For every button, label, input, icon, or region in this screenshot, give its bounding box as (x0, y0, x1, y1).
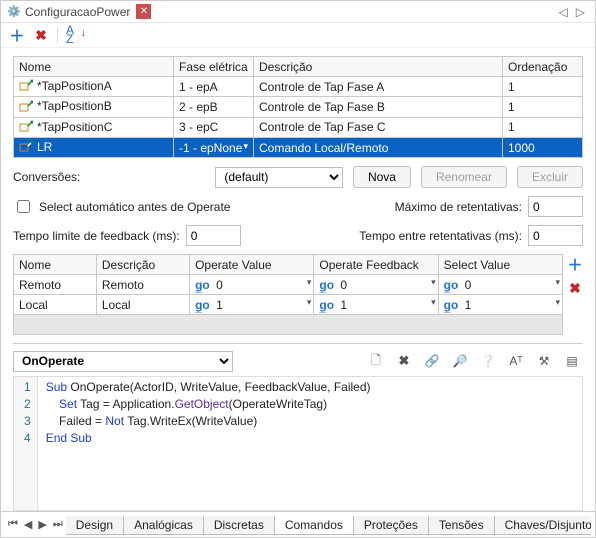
script-format-icon[interactable]: Aᵀ (505, 350, 527, 372)
object-icon (19, 140, 33, 155)
feedback-input[interactable] (186, 225, 241, 246)
object-icon (19, 79, 33, 94)
tab-scroll-next-icon[interactable]: ▶ (35, 518, 49, 531)
max-ret-input[interactable] (528, 196, 583, 217)
script-tools-icon[interactable]: ⚒ (533, 350, 555, 372)
commands-table-wrap: Nome Fase elétrica Descrição Ordenação *… (13, 56, 583, 158)
table-row[interactable]: LR-1 - epNone▾Comando Local/Remoto1000 (14, 137, 583, 157)
script-toolbar: OnOperate 🗋 ✖ 🔗 🔎 ❔ Aᵀ ⚒ ▤ (13, 350, 583, 372)
tab-chaves/disjuntores[interactable]: Chaves/Disjuntores (494, 516, 591, 535)
tab-scroll-last-icon[interactable]: ⏭ (50, 518, 66, 531)
auto-select-label: Select automático antes de Operate (39, 200, 230, 214)
object-icon (19, 100, 33, 115)
commands-table[interactable]: Nome Fase elétrica Descrição Ordenação *… (13, 56, 583, 158)
table-row[interactable]: *TapPositionA1 - epAControle de Tap Fase… (14, 77, 583, 97)
nav-next-icon[interactable]: ▷ (572, 5, 589, 19)
m-col-nome[interactable]: Nome (14, 255, 97, 275)
tab-scroll-first-icon[interactable]: ⏮ (5, 518, 21, 531)
tempo-ret-label: Tempo entre retentativas (ms): (359, 229, 522, 243)
editor-window: ⚙️ ConfiguracaoPower ✕ ◁ ▷ ＋ ✖ AZ↓ Nome … (0, 0, 596, 538)
code-editor[interactable]: 1234 Sub OnOperate(ActorID, WriteValue, … (13, 376, 583, 511)
excluir-button[interactable]: Excluir (517, 166, 583, 188)
auto-select-checkbox[interactable] (17, 200, 30, 213)
titlebar: ⚙️ ConfiguracaoPower ✕ ◁ ▷ (1, 1, 595, 23)
m-col-sv[interactable]: Select Value (438, 255, 562, 275)
m-col-op[interactable]: Operate Value (190, 255, 314, 275)
script-new-icon[interactable]: 🗋 (365, 350, 387, 372)
script-help-icon[interactable]: ❔ (477, 350, 499, 372)
close-icon[interactable]: ✕ (136, 4, 151, 19)
table-row[interactable]: RemotoRemotog̲o 0▾g̲o 0▾g̲o 0▾ (14, 275, 563, 295)
delete-icon[interactable]: ✖ (33, 27, 49, 43)
renomear-button[interactable]: Renomear (421, 166, 507, 188)
bottom-tabstrip: ⏮ ◀ ▶ ⏭ DesignAnalógicasDiscretasComando… (1, 511, 595, 537)
code-body[interactable]: Sub OnOperate(ActorID, WriteValue, Feedb… (38, 377, 379, 510)
col-fase[interactable]: Fase elétrica (174, 57, 254, 77)
tab-comandos[interactable]: Comandos (274, 516, 354, 535)
script-find-icon[interactable]: 🔎 (449, 350, 471, 372)
script-props-icon[interactable]: ▤ (561, 350, 583, 372)
col-nome[interactable]: Nome (14, 57, 174, 77)
script-delete-icon[interactable]: ✖ (393, 350, 415, 372)
table-row[interactable]: LocalLocalg̲o 1▾g̲o 1▾g̲o 1▾ (14, 295, 563, 315)
values-table-wrap: Nome Descrição Operate Value Operate Fee… (13, 254, 583, 335)
nova-button[interactable]: Nova (353, 166, 411, 188)
max-ret-label: Máximo de retentativas: (395, 200, 522, 214)
tab-scroll-prev-icon[interactable]: ◀ (21, 518, 35, 531)
m-col-fb[interactable]: Operate Feedback (314, 255, 438, 275)
col-desc[interactable]: Descrição (254, 57, 503, 77)
conversion-select[interactable]: (default) (215, 167, 343, 188)
feedback-label: Tempo limite de feedback (ms): (13, 229, 180, 243)
conversions-label: Conversões: (13, 170, 80, 184)
values-delete-icon[interactable]: ✖ (567, 280, 583, 296)
table-row[interactable]: *TapPositionC3 - epCControle de Tap Fase… (14, 117, 583, 137)
main-toolbar: ＋ ✖ AZ↓ (1, 23, 595, 48)
tab-tensões[interactable]: Tensões (428, 516, 495, 535)
tab-discretas[interactable]: Discretas (203, 516, 275, 535)
app-icon: ⚙️ (7, 5, 21, 19)
conversions-row: Conversões: (default) Nova Renomear Excl… (13, 166, 583, 188)
values-table[interactable]: Nome Descrição Operate Value Operate Fee… (13, 254, 563, 335)
table-row[interactable]: *TapPositionB2 - epBControle de Tap Fase… (14, 97, 583, 117)
object-icon (19, 120, 33, 135)
col-ord[interactable]: Ordenação (503, 57, 583, 77)
tab-proteções[interactable]: Proteções (353, 516, 429, 535)
options-row-2: Tempo limite de feedback (ms): Tempo ent… (13, 225, 583, 246)
script-section: OnOperate 🗋 ✖ 🔗 🔎 ❔ Aᵀ ⚒ ▤ 1234 Sub OnOp… (13, 343, 583, 511)
options-row-1: Select automático antes de Operate Máxim… (13, 196, 583, 217)
event-select[interactable]: OnOperate (13, 351, 233, 372)
nav-prev-icon[interactable]: ◁ (555, 5, 572, 19)
add-icon[interactable]: ＋ (9, 27, 25, 43)
values-add-icon[interactable]: ＋ (567, 256, 583, 272)
window-title: ConfiguracaoPower (25, 5, 130, 19)
tempo-ret-input[interactable] (528, 225, 583, 246)
sort-icon[interactable]: AZ↓ (66, 27, 82, 43)
script-link-icon[interactable]: 🔗 (421, 350, 443, 372)
m-col-desc[interactable]: Descrição (96, 255, 189, 275)
tab-analógicas[interactable]: Analógicas (123, 516, 204, 535)
tab-design[interactable]: Design (66, 516, 124, 535)
line-gutter: 1234 (14, 377, 38, 510)
